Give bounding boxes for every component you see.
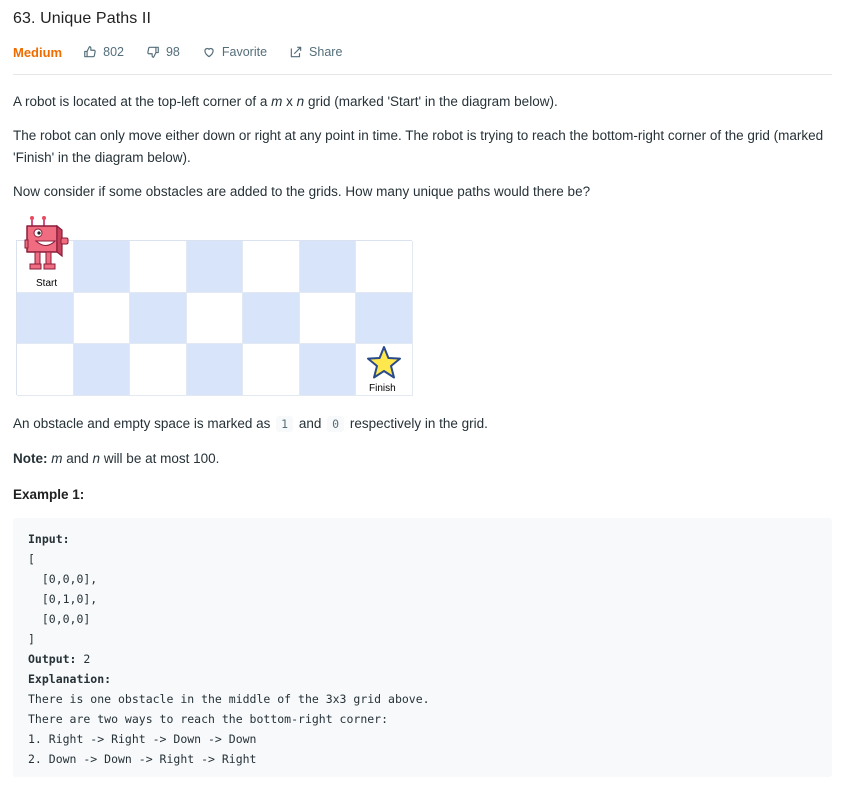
p1-text-x: x <box>282 94 297 109</box>
output-line: Output: 2 <box>28 649 817 669</box>
grid-cell <box>130 241 187 293</box>
grid-cell <box>243 292 300 345</box>
explanation-line: There is one obstacle in the middle of t… <box>28 692 430 706</box>
description-paragraph-1: A robot is located at the top-left corne… <box>13 91 828 113</box>
difficulty-badge: Medium <box>13 44 63 60</box>
code-one: 1 <box>276 416 294 432</box>
grid-cell <box>73 241 131 293</box>
input-line: [ <box>28 552 35 566</box>
note-text-and: and <box>62 451 93 466</box>
grid-cell <box>186 292 244 345</box>
note-var-m: m <box>51 451 63 466</box>
description-paragraph-4: An obstacle and empty space is marked as… <box>13 413 828 435</box>
dislike-button[interactable]: 98 <box>146 45 180 59</box>
explanation-line: There are two ways to reach the bottom-r… <box>28 712 389 726</box>
finish-label: Finish <box>369 383 396 394</box>
explanation-line: 1. Right -> Right -> Down -> Down <box>28 732 257 746</box>
input-line: [0,0,0], <box>28 572 98 586</box>
grid-cell <box>356 241 413 293</box>
note-text-end: will be at most 100. <box>100 451 220 466</box>
grid <box>16 240 413 396</box>
problem-meta-bar: Medium 802 98 Favorite Share <box>13 43 364 61</box>
header-divider <box>13 74 832 75</box>
note-paragraph: Note: m and n will be at most 100. <box>13 448 828 470</box>
share-label: Share <box>309 45 343 59</box>
input-line: [0,0,0] <box>28 612 91 626</box>
grid-cell <box>356 292 413 345</box>
grid-cell <box>243 344 300 396</box>
output-label: Output: <box>28 652 77 666</box>
grid-cell <box>73 344 131 396</box>
favorite-label: Favorite <box>221 45 268 59</box>
problem-title: 63. Unique Paths II <box>13 10 151 27</box>
thumbs-down-icon <box>147 46 159 58</box>
input-label: Input: <box>28 532 70 546</box>
p4-text-end: respectively in the grid. <box>349 416 488 431</box>
grid-cell <box>130 344 187 396</box>
grid-cell <box>130 292 187 345</box>
note-var-n: n <box>92 451 101 466</box>
p4-text-start: An obstacle and empty space is marked as <box>13 416 271 431</box>
robot-icon <box>24 216 69 270</box>
grid-cell <box>186 344 244 396</box>
grid-cell <box>299 344 357 396</box>
like-count: 802 <box>103 45 124 59</box>
example-heading: Example 1: <box>13 487 85 502</box>
star-icon <box>367 346 401 379</box>
grid-diagram: Start Finish <box>16 216 413 396</box>
heart-icon <box>204 47 214 58</box>
explanation-label: Explanation: <box>28 672 112 686</box>
p1-text-start: A robot is located at the top-left corne… <box>13 94 272 109</box>
description-paragraph-3: Now consider if some obstacles are added… <box>13 184 591 199</box>
example-code-block: Input: [ [0,0,0], [0,1,0], [0,0,0] ] Out… <box>13 518 832 777</box>
p1-var-m: m <box>271 94 283 109</box>
grid-cell <box>299 241 357 293</box>
like-button[interactable]: 802 <box>83 45 124 59</box>
grid-cell <box>243 241 300 293</box>
grid-cell <box>17 344 74 396</box>
grid-cell <box>299 292 357 345</box>
favorite-button[interactable]: Favorite <box>202 45 267 59</box>
input-line: [0,1,0], <box>28 592 98 606</box>
code-zero: 0 <box>327 416 345 432</box>
grid-cell <box>17 292 74 345</box>
p4-text-and: and <box>298 416 322 431</box>
input-line: ] <box>28 632 35 646</box>
dislike-count: 98 <box>165 45 180 59</box>
thumbs-up-icon <box>84 46 96 58</box>
share-icon <box>290 46 302 58</box>
p1-text-end: grid (marked 'Start' in the diagram belo… <box>304 94 558 109</box>
grid-cell <box>186 241 244 293</box>
start-label: Start <box>36 278 58 289</box>
share-button[interactable]: Share <box>289 45 342 59</box>
explanation-line: 2. Down -> Down -> Right -> Right <box>28 752 257 766</box>
description-paragraph-2: The robot can only move either down or r… <box>13 128 824 165</box>
output-value: 2 <box>76 652 91 666</box>
note-label: Note: <box>13 451 48 466</box>
grid-cell <box>73 292 131 345</box>
